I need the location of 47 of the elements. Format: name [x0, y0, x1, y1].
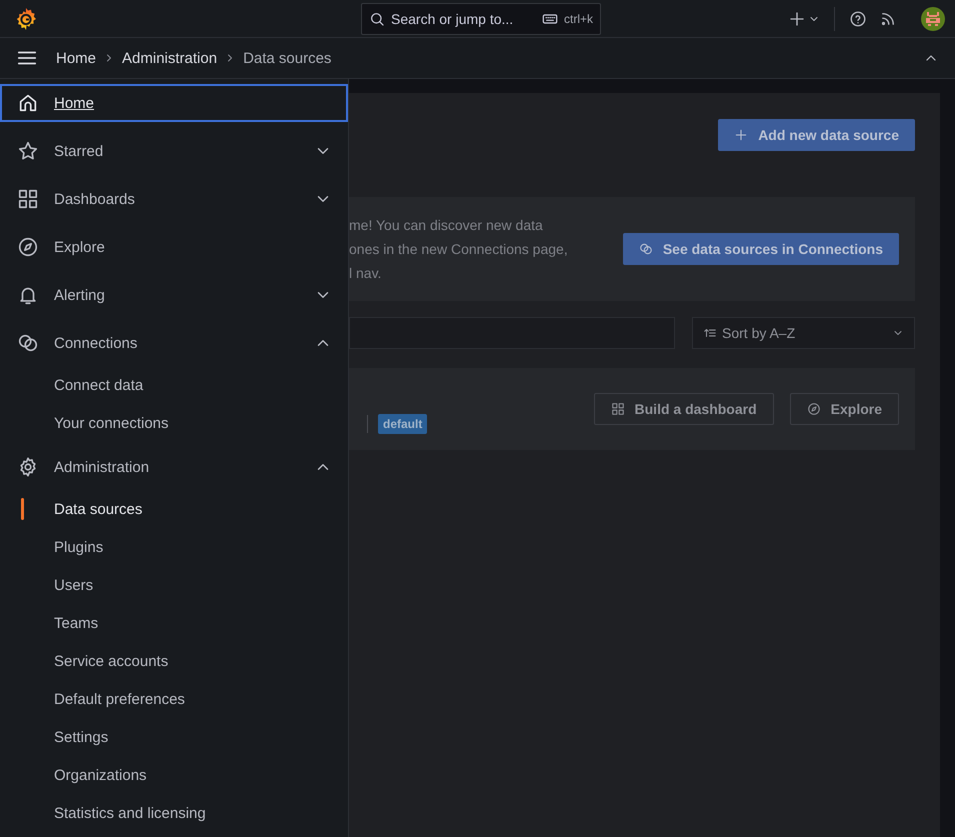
plus-icon: [788, 10, 806, 28]
home-icon: [17, 92, 39, 114]
nav-subitem[interactable]: Default preferences: [0, 680, 348, 718]
shortcut-hint: ctrl+k: [564, 12, 593, 26]
nav-subitem[interactable]: Users: [0, 566, 348, 604]
data-source-card[interactable]: default Build a dashboard Explore: [349, 368, 915, 450]
nav-subitem[interactable]: Connect data: [0, 366, 348, 404]
explore-button[interactable]: Explore: [790, 393, 899, 425]
build-dashboard-button[interactable]: Build a dashboard: [594, 393, 774, 425]
grid-icon: [610, 402, 625, 416]
add-data-source-button[interactable]: Add new data source: [718, 119, 915, 151]
nav-subitem[interactable]: Statistics and licensing: [0, 794, 348, 832]
nav-item[interactable]: Dashboards: [0, 180, 348, 218]
nav-subitem[interactable]: Settings: [0, 718, 348, 756]
sort-select[interactable]: Sort by A–Z: [692, 317, 915, 349]
connections-button[interactable]: See data sources in Connections: [622, 233, 899, 265]
nav-subitem[interactable]: Data sources: [0, 490, 348, 528]
nav-item[interactable]: Starred: [0, 132, 348, 170]
circles-icon: [638, 242, 653, 256]
compass-icon: [17, 236, 39, 258]
nav-subitem[interactable]: Teams: [0, 604, 348, 642]
nav-item[interactable]: Connections: [0, 324, 348, 362]
plus-icon: [734, 128, 748, 142]
notice-text: me! You can discover new data ones in the new Connections page, l nav.: [349, 216, 569, 283]
compass-icon: [806, 402, 821, 416]
breadcrumb-link[interactable]: Administration: [122, 50, 218, 66]
breadcrumb-link[interactable]: Data sources: [243, 50, 332, 66]
nav-subitem[interactable]: Organizations: [0, 756, 348, 794]
avatar[interactable]: [921, 6, 945, 30]
help-icon: [849, 10, 867, 28]
search-icon: [369, 10, 385, 26]
nav-subitem[interactable]: Plugins: [0, 528, 348, 566]
sort-icon: [703, 326, 717, 340]
circles-icon: [17, 332, 39, 354]
grid-icon: [17, 188, 39, 210]
nav-item[interactable]: Alerting: [0, 276, 348, 314]
star-icon: [17, 140, 39, 162]
nav-subitem[interactable]: Service accounts: [0, 642, 348, 680]
search-input[interactable]: Search or jump to...: [391, 10, 536, 26]
default-badge: default: [378, 414, 428, 434]
nav-subitem[interactable]: Your connections: [0, 404, 348, 442]
logo-icon[interactable]: [14, 6, 38, 30]
search-bar[interactable]: Search or jump to... ctrl+k: [361, 2, 601, 34]
breadcrumb-link[interactable]: Home: [56, 50, 96, 66]
nav-item[interactable]: Administration: [0, 448, 348, 486]
nav-item[interactable]: Explore: [0, 228, 348, 266]
nav-item[interactable]: Home: [0, 84, 348, 122]
